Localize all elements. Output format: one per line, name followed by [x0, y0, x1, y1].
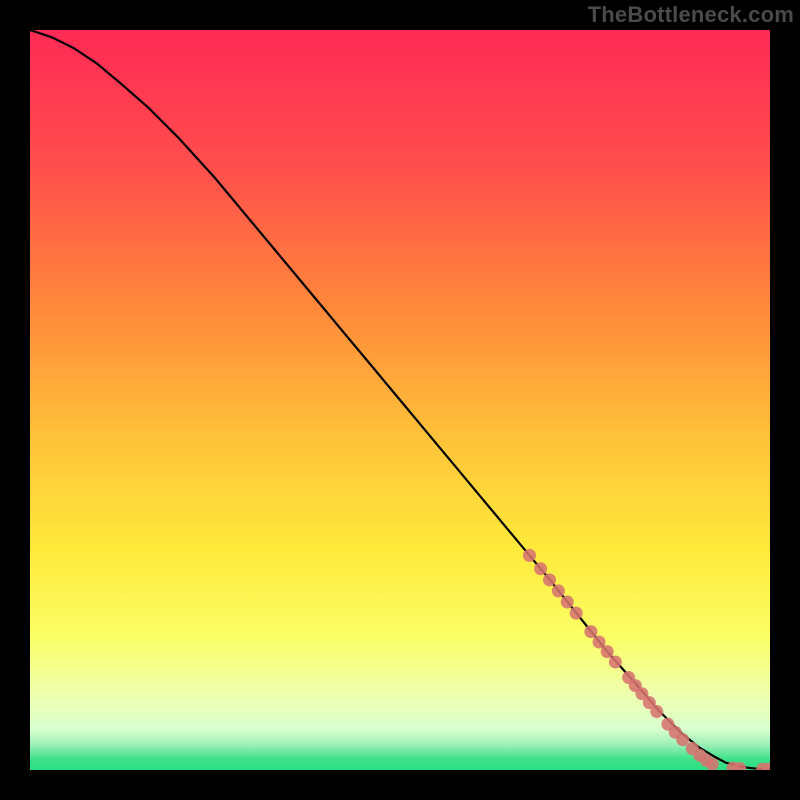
plot-area — [30, 30, 770, 770]
data-point — [706, 758, 719, 770]
data-point — [523, 549, 536, 562]
data-point — [584, 625, 597, 638]
chart-frame: TheBottleneck.com — [0, 0, 800, 800]
data-point — [552, 584, 565, 597]
watermark-label: TheBottleneck.com — [588, 2, 794, 28]
data-point — [543, 573, 556, 586]
data-point — [534, 562, 547, 575]
data-point — [650, 705, 663, 718]
data-point — [601, 645, 614, 658]
data-point — [676, 733, 689, 746]
plot-svg — [30, 30, 770, 770]
data-point — [570, 607, 583, 620]
data-point — [561, 596, 574, 609]
data-point — [609, 655, 622, 668]
